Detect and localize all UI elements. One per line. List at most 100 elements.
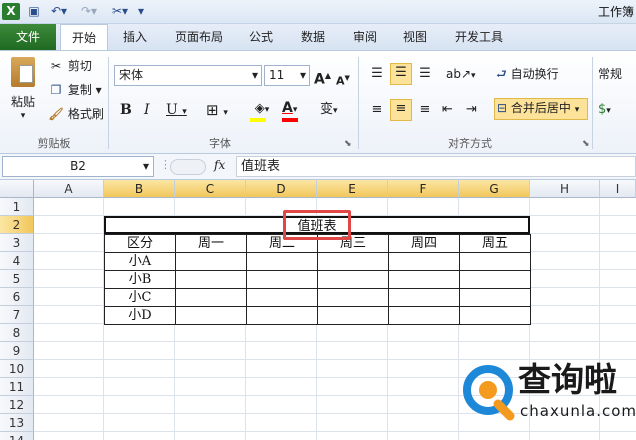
tab-view[interactable]: 视图 — [394, 24, 436, 50]
borders-button[interactable]: ⊞ ▾ — [206, 101, 228, 122]
tab-insert[interactable]: 插入 — [112, 24, 158, 50]
table-cell[interactable] — [388, 252, 460, 271]
tab-developer[interactable]: 开发工具 — [446, 24, 512, 50]
tab-file[interactable]: 文件 — [0, 24, 56, 50]
column-header[interactable]: F — [388, 180, 459, 198]
row-header[interactable]: 4 — [0, 252, 34, 270]
table-cell[interactable] — [317, 306, 389, 325]
table-cell[interactable] — [388, 306, 460, 325]
align-bottom-button[interactable]: ☰ — [414, 65, 436, 83]
column-header[interactable]: E — [317, 180, 388, 198]
column-header[interactable]: D — [246, 180, 317, 198]
underline-button[interactable]: U ▾ — [166, 101, 187, 121]
align-middle-button[interactable]: ☰ — [390, 63, 412, 85]
customize-qat-icon[interactable]: ▾ — [136, 3, 146, 20]
column-header[interactable]: H — [530, 180, 600, 198]
currency-button[interactable]: $▾ — [598, 101, 611, 120]
row-header[interactable]: 3 — [0, 234, 34, 252]
align-right-button[interactable]: ≡ — [414, 101, 436, 119]
paste-button[interactable]: 粘贴 ▾ — [6, 55, 40, 131]
orientation-button[interactable]: ab↗▾ — [446, 65, 476, 85]
table-cell[interactable] — [459, 252, 531, 271]
align-left-button[interactable]: ≡ — [366, 101, 388, 119]
bold-button[interactable]: B — [120, 101, 132, 119]
row-header[interactable]: 7 — [0, 306, 34, 324]
insert-function-icon[interactable]: fx — [214, 158, 225, 172]
table-cell[interactable] — [246, 288, 318, 307]
font-color-button[interactable]: A▾ — [282, 99, 310, 123]
table-cell[interactable] — [317, 288, 389, 307]
shrink-font-button[interactable]: A▼ — [336, 69, 350, 91]
formula-input[interactable]: 值班表 — [236, 156, 636, 177]
row-header[interactable]: 8 — [0, 324, 34, 342]
align-center-button[interactable]: ≡ — [390, 99, 412, 121]
tab-home[interactable]: 开始 — [60, 24, 108, 51]
fill-color-button[interactable]: ◈▾ — [248, 99, 276, 123]
tab-page-layout[interactable]: 页面布局 — [166, 24, 232, 50]
row-header[interactable]: 1 — [0, 198, 34, 216]
decrease-indent-button[interactable]: ⇤ — [442, 101, 453, 119]
table-cell[interactable]: 小D — [104, 306, 176, 325]
phonetic-button[interactable]: 变▾ — [320, 101, 338, 120]
table-cell[interactable] — [459, 306, 531, 325]
name-box[interactable]: B2 ▾ — [2, 156, 154, 177]
italic-button[interactable]: I — [144, 101, 150, 119]
table-cell[interactable] — [459, 288, 531, 307]
table-cell[interactable] — [246, 306, 318, 325]
table-cell[interactable] — [246, 270, 318, 289]
table-cell[interactable] — [175, 288, 247, 307]
column-header[interactable]: B — [104, 180, 175, 198]
redo-icon[interactable]: ↷▾ — [78, 3, 100, 20]
select-all-corner[interactable] — [0, 180, 34, 198]
table-cell[interactable] — [175, 270, 247, 289]
row-header[interactable]: 5 — [0, 270, 34, 288]
copy-button[interactable]: ❐ 复制 ▾ — [48, 81, 102, 99]
column-header[interactable]: C — [175, 180, 246, 198]
merge-center-button[interactable]: ⊟ 合并后居中 ▾ — [494, 98, 588, 120]
row-header[interactable]: 13 — [0, 414, 34, 432]
table-cell[interactable] — [317, 252, 389, 271]
row-header[interactable]: 2 — [0, 216, 34, 234]
font-dialog-launcher-icon[interactable]: ⬊ — [344, 135, 352, 153]
cut-button[interactable]: ✂ 剪切 — [48, 57, 92, 75]
table-cell[interactable] — [388, 270, 460, 289]
font-size-select[interactable]: 11 ▾ — [264, 65, 310, 86]
row-header[interactable]: 9 — [0, 342, 34, 360]
table-cell[interactable]: 小B — [104, 270, 176, 289]
tab-data[interactable]: 数据 — [292, 24, 334, 50]
row-header[interactable]: 6 — [0, 288, 34, 306]
increase-indent-button[interactable]: ⇥ — [466, 101, 477, 119]
font-name-select[interactable]: 宋体 ▾ — [114, 65, 262, 86]
save-icon[interactable]: ▣ — [26, 3, 42, 20]
table-cell[interactable] — [246, 252, 318, 271]
table-cell[interactable]: 小C — [104, 288, 176, 307]
row-header[interactable]: 11 — [0, 378, 34, 396]
row-header[interactable]: 14 — [0, 432, 34, 440]
table-header-cell[interactable]: 周四 — [388, 234, 460, 253]
column-header[interactable]: A — [34, 180, 104, 198]
column-header[interactable]: I — [600, 180, 636, 198]
undo-icon[interactable]: ↶▾ — [48, 3, 70, 20]
table-cell[interactable] — [388, 288, 460, 307]
column-header[interactable]: G — [459, 180, 530, 198]
wrap-text-button[interactable]: ⮐ 自动换行 — [496, 65, 559, 83]
row-header[interactable]: 12 — [0, 396, 34, 414]
splitter-icon[interactable]: ⋮ — [160, 158, 171, 176]
row-header[interactable]: 10 — [0, 360, 34, 378]
table-cell[interactable] — [317, 270, 389, 289]
tab-formulas[interactable]: 公式 — [240, 24, 282, 50]
grow-font-button[interactable]: A▲ — [314, 67, 331, 89]
table-cell[interactable] — [175, 306, 247, 325]
table-header-cell[interactable]: 周一 — [175, 234, 247, 253]
tools-icon[interactable]: ✂▾ — [108, 3, 132, 20]
table-header-cell[interactable]: 区分 — [104, 234, 176, 253]
alignment-dialog-launcher-icon[interactable]: ⬊ — [582, 135, 590, 153]
tab-review[interactable]: 审阅 — [344, 24, 386, 50]
format-painter-button[interactable]: 🖌 格式刷 — [48, 105, 103, 123]
table-cell[interactable] — [459, 270, 531, 289]
table-header-cell[interactable]: 周五 — [459, 234, 531, 253]
number-format-select[interactable]: 常规 — [598, 65, 622, 83]
table-cell[interactable] — [175, 252, 247, 271]
align-top-button[interactable]: ☰ — [366, 65, 388, 83]
table-cell[interactable]: 小A — [104, 252, 176, 271]
